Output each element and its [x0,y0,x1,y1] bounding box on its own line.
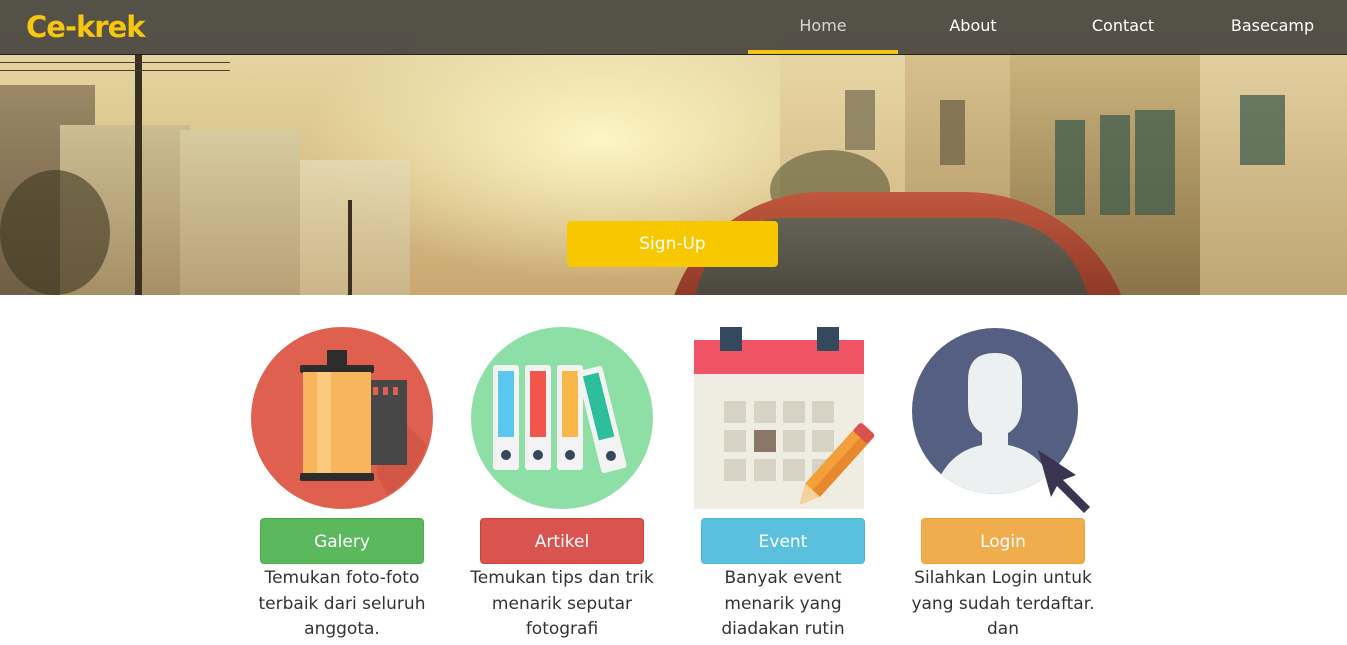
artikel-button[interactable]: Artikel [480,518,644,564]
binders-icon [467,325,657,515]
login-button[interactable]: Login [921,518,1085,564]
utility-pole [135,55,142,295]
galery-button[interactable]: Galery [260,518,424,564]
building [300,160,410,295]
calendar-icon [688,325,878,515]
artikel-description: Temukan tips dan trik menarik seputar fo… [470,568,654,639]
power-line [0,70,230,71]
building [180,130,300,295]
power-line [0,62,230,63]
window [1135,110,1175,215]
building [1200,50,1347,295]
nav-basecamp[interactable]: Basecamp [1198,0,1347,54]
login-description: Silahkan Login untuk yang sudah terdafta… [911,568,1095,639]
window [845,90,875,150]
tree [0,170,110,295]
nav-home[interactable]: Home [748,0,898,54]
window [1055,120,1085,215]
signup-button[interactable]: Sign-Up [567,221,778,267]
nav-contact[interactable]: Contact [1048,0,1198,54]
brand-logo[interactable]: Ce-krek [26,9,146,45]
navbar: Ce-krek Home About Contact Basecamp [0,0,1347,55]
window [1100,115,1130,215]
galery-description: Temukan foto-foto terbaik dari seluruh a… [258,568,426,639]
nav-about[interactable]: About [898,0,1048,54]
window [1240,95,1285,165]
user-login-icon [908,325,1098,515]
window [940,100,965,165]
event-description: Banyak event menarik yang diadakan rutin [721,568,845,639]
event-button[interactable]: Event [701,518,865,564]
utility-pole [348,200,352,295]
film-roll-icon [247,325,437,515]
